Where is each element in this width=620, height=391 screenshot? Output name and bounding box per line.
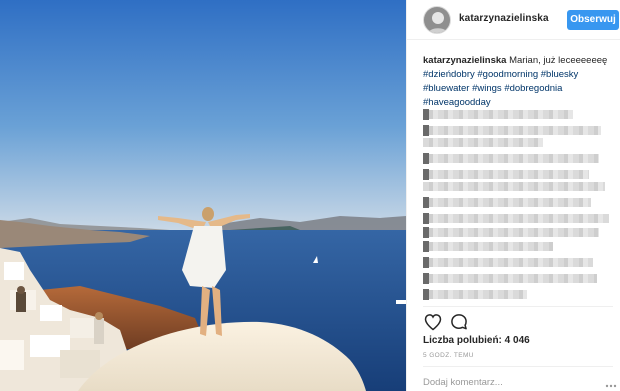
blurred-comment xyxy=(423,109,573,120)
blurred-comment-avatar xyxy=(423,153,429,164)
blurred-comment xyxy=(423,138,543,147)
blurred-comment xyxy=(423,213,609,224)
blurred-comment xyxy=(423,289,527,300)
caption-username[interactable]: katarzynazielinska xyxy=(423,55,506,66)
divider xyxy=(423,306,613,307)
blurred-comments xyxy=(423,108,619,304)
post-sidebar: katarzynazielinska Obserwuj katarzynazie… xyxy=(406,0,620,391)
blurred-comment-avatar xyxy=(423,227,429,238)
divider xyxy=(423,366,613,367)
comment-bubble-icon[interactable] xyxy=(449,312,469,332)
blurred-comment xyxy=(423,257,593,268)
blurred-comment xyxy=(423,169,589,180)
more-dots-icon[interactable] xyxy=(605,377,617,388)
blurred-comment-avatar xyxy=(423,125,429,136)
blurred-comment-avatar xyxy=(423,241,429,252)
caption-text: Marian, już leceeeeeeę xyxy=(506,55,608,66)
blurred-comment xyxy=(423,273,597,284)
blurred-comment xyxy=(423,153,599,164)
avatar-image xyxy=(424,7,450,33)
blurred-comment xyxy=(423,227,599,238)
add-comment-input[interactable] xyxy=(423,374,603,390)
avatar[interactable] xyxy=(423,6,451,34)
blurred-comment xyxy=(423,182,605,191)
photo-scene xyxy=(0,0,406,391)
blurred-comment xyxy=(423,241,553,252)
blurred-comment-avatar xyxy=(423,289,429,300)
caption-hashtags-line-3[interactable]: #haveagoodday xyxy=(423,97,491,108)
blurred-comment-avatar xyxy=(423,273,429,284)
post-timestamp[interactable]: 5 GODZ. TEMU xyxy=(423,352,474,359)
heart-outline-icon[interactable] xyxy=(423,312,443,332)
blurred-comment xyxy=(423,125,601,136)
post-photo[interactable] xyxy=(0,0,406,391)
blurred-comment-avatar xyxy=(423,109,429,120)
post-header: katarzynazielinska Obserwuj xyxy=(407,0,620,40)
post-actions xyxy=(423,312,613,332)
blurred-comment xyxy=(423,197,591,208)
comment-bubble-icon-graphic xyxy=(451,314,467,330)
caption-hashtags-line-2[interactable]: #bluewater #wings #dobregodnia xyxy=(423,83,562,94)
heart-outline-icon-graphic xyxy=(424,314,442,331)
blurred-comment-avatar xyxy=(423,257,429,268)
blurred-comment-avatar xyxy=(423,197,429,208)
likes-count[interactable]: Liczba polubień: 4 046 xyxy=(423,335,530,346)
post-caption: katarzynazielinska Marian, już leceeeeee… xyxy=(423,54,613,110)
blurred-comment-avatar xyxy=(423,169,429,180)
caption-hashtags-line-1[interactable]: #dzieńdobry #goodmorning #bluesky xyxy=(423,69,578,80)
more-dots-icon-graphic xyxy=(605,384,617,388)
header-username[interactable]: katarzynazielinska xyxy=(459,13,549,24)
follow-button[interactable]: Obserwuj xyxy=(567,10,619,30)
blurred-comment-avatar xyxy=(423,213,429,224)
